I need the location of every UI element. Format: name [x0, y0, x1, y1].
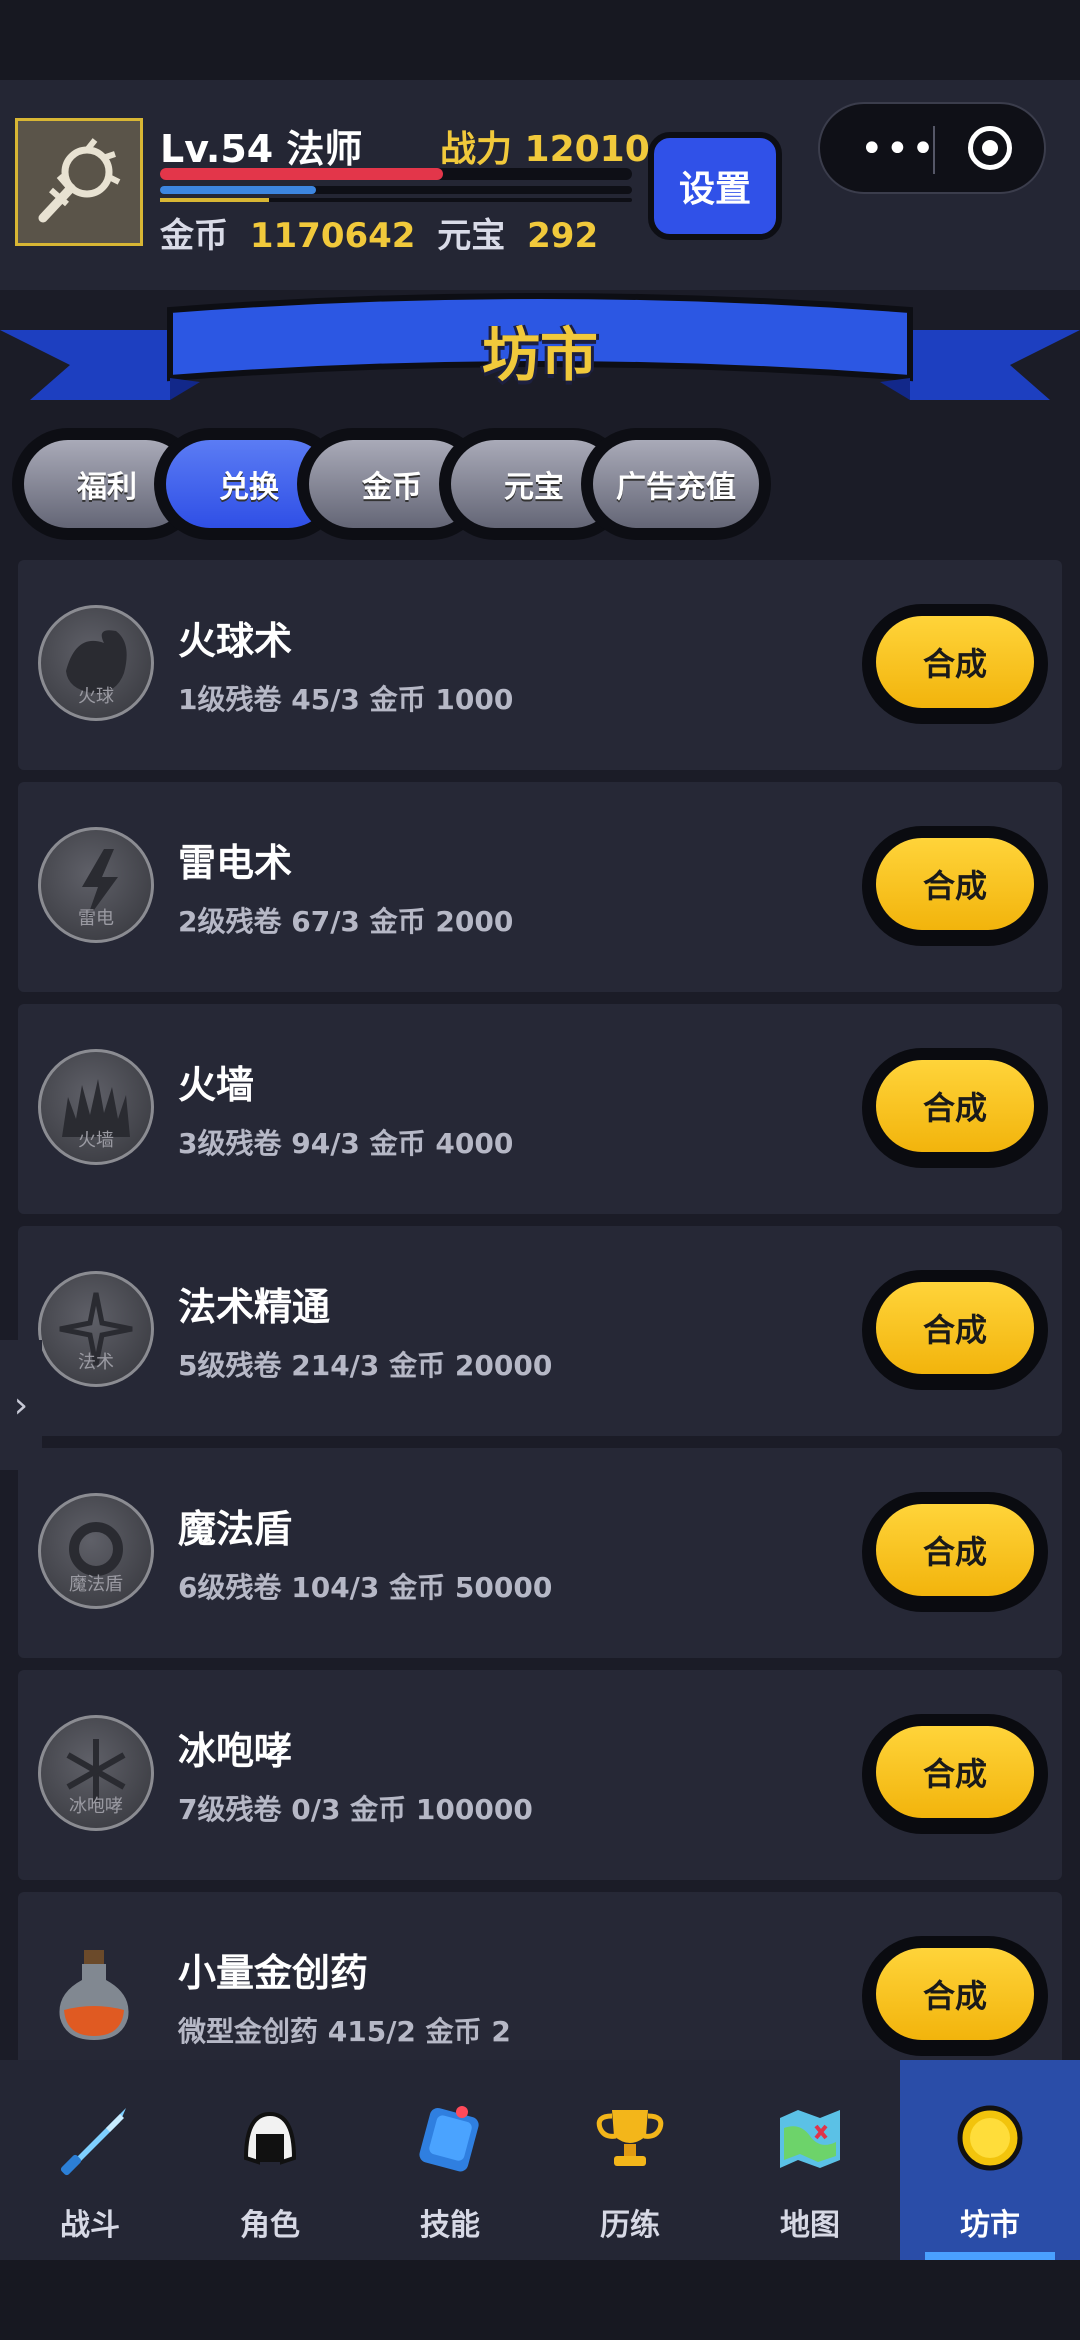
- miniprogram-capsule: •••: [818, 102, 1046, 194]
- mp-bar: [160, 186, 632, 194]
- page-title: 坊市: [481, 321, 598, 389]
- item-name: 雷电术: [178, 841, 293, 885]
- item-requirement: 1级残卷 45/3 金币 1000: [178, 683, 514, 716]
- synthesize-button[interactable]: 合成: [862, 1936, 1048, 2056]
- item-name: 冰咆哮: [178, 1729, 293, 1773]
- ingot-label: 元宝: [437, 216, 506, 256]
- synthesize-button-label: 合成: [876, 1060, 1034, 1152]
- item-requirement: 5级残卷 214/3 金币 20000: [178, 1349, 553, 1382]
- item-name: 魔法盾: [178, 1507, 293, 1551]
- capsule-divider: [933, 126, 935, 174]
- trophy-icon: [596, 2110, 664, 2166]
- active-indicator: [925, 2252, 1055, 2260]
- list-item: 火球 火球术 1级残卷 45/3 金币 1000 合成: [18, 560, 1062, 770]
- item-name: 火球术: [178, 619, 293, 663]
- map-icon: [780, 2110, 840, 2168]
- item-requirement: 7级残卷 0/3 金币 100000: [178, 1793, 533, 1826]
- icon-caption: 冰咆哮: [69, 1796, 123, 1817]
- icon-caption: 法术: [78, 1352, 114, 1373]
- nav-item-1[interactable]: 角色: [180, 2060, 360, 2260]
- ingot-value: 292: [527, 216, 599, 256]
- firewall-icon: 火墙: [38, 1049, 154, 1165]
- sword-icon: [60, 2108, 126, 2176]
- fireball-icon: 火球: [38, 605, 154, 721]
- tab-label: 广告充值: [593, 440, 759, 528]
- item-requirement: 6级残卷 104/3 金币 50000: [178, 1571, 553, 1604]
- icon-caption: 火墙: [78, 1130, 114, 1151]
- home-indicator-area: [0, 2260, 1080, 2340]
- nav-label: 地图: [780, 2208, 840, 2243]
- potion-icon: [59, 1950, 129, 2040]
- currency-row: 金币 1170642 元宝 292: [160, 208, 598, 257]
- list-item: 冰咆哮 冰咆哮 7级残卷 0/3 金币 100000 合成: [18, 1670, 1062, 1880]
- settings-button[interactable]: 设置: [648, 132, 782, 240]
- synthesize-button-label: 合成: [876, 1948, 1034, 2040]
- status-bar: [0, 0, 1080, 80]
- coin-icon: [957, 2105, 1023, 2171]
- nav-label: 技能: [420, 2208, 480, 2243]
- gold-label: 金币: [160, 216, 228, 256]
- side-expand-arrow[interactable]: ›: [0, 1340, 42, 1470]
- synthesize-button-label: 合成: [876, 838, 1034, 930]
- synthesize-button[interactable]: 合成: [862, 1714, 1048, 1834]
- nav-label: 角色: [240, 2208, 300, 2243]
- synthesize-button-label: 合成: [876, 1726, 1034, 1818]
- nav-label: 历练: [600, 2208, 660, 2243]
- hp-bar: [160, 168, 632, 180]
- combat-power: 战力 12010: [440, 129, 650, 170]
- list-item: 魔法盾 魔法盾 6级残卷 104/3 金币 50000 合成: [18, 1448, 1062, 1658]
- hp-bar-fill: [160, 168, 444, 180]
- synthesize-button-label: 合成: [876, 1282, 1034, 1374]
- item-name: 火墙: [178, 1063, 255, 1107]
- item-requirement: 3级残卷 94/3 金币 4000: [178, 1127, 514, 1160]
- lightning-icon: 雷电: [38, 827, 154, 943]
- icon-caption: 雷电: [78, 908, 114, 929]
- helmet-icon: [243, 2111, 297, 2165]
- synthesize-button[interactable]: 合成: [862, 1048, 1048, 1168]
- synthesize-button[interactable]: 合成: [862, 1270, 1048, 1390]
- list-item: 雷电 雷电术 2级残卷 67/3 金币 2000 合成: [18, 782, 1062, 992]
- nav-label: 战斗: [60, 2208, 120, 2243]
- list-item: 火墙 火墙 3级残卷 94/3 金币 4000 合成: [18, 1004, 1062, 1214]
- nav-item-3[interactable]: 历练: [540, 2060, 720, 2260]
- ice-roar-icon: 冰咆哮: [38, 1715, 154, 1831]
- icon-caption: 火球: [78, 686, 114, 707]
- nav-label: 坊市: [960, 2208, 1020, 2243]
- xp-bar: [160, 198, 632, 202]
- synthesize-button[interactable]: 合成: [862, 826, 1048, 946]
- synthesize-button-label: 合成: [876, 1504, 1034, 1596]
- nav-item-2[interactable]: 技能: [360, 2060, 540, 2260]
- mage-staff-icon: [38, 138, 121, 223]
- player-level: Lv.54 法师: [160, 127, 363, 171]
- synthesize-button[interactable]: 合成: [862, 1492, 1048, 1612]
- nav-item-0[interactable]: 战斗: [0, 2060, 180, 2260]
- list-item: 法术 法术精通 5级残卷 214/3 金币 20000 合成: [18, 1226, 1062, 1436]
- tab-4[interactable]: 广告充值: [581, 428, 771, 540]
- nav-item-4[interactable]: 地图: [720, 2060, 900, 2260]
- item-name: 小量金创药: [178, 1951, 369, 1995]
- skill-book-icon: [419, 2106, 479, 2172]
- nav-item-5[interactable]: 坊市: [900, 2060, 1080, 2260]
- synthesize-button[interactable]: 合成: [862, 604, 1048, 724]
- item-name: 法术精通: [178, 1285, 331, 1329]
- synthesize-button-label: 合成: [876, 616, 1034, 708]
- gold-value: 1170642: [249, 216, 416, 256]
- icon-caption: 魔法盾: [69, 1574, 123, 1595]
- spell-mastery-icon: 法术: [38, 1271, 154, 1387]
- magic-shield-icon: 魔法盾: [38, 1493, 154, 1609]
- more-menu-icon[interactable]: •••: [860, 126, 937, 172]
- xp-bar-fill: [160, 198, 269, 202]
- close-miniprogram-icon[interactable]: [968, 126, 1012, 170]
- item-requirement: 微型金创药 415/2 金币 2: [178, 2015, 511, 2048]
- class-avatar[interactable]: [15, 118, 143, 246]
- mp-bar-fill: [160, 186, 316, 194]
- item-requirement: 2级残卷 67/3 金币 2000: [178, 905, 514, 938]
